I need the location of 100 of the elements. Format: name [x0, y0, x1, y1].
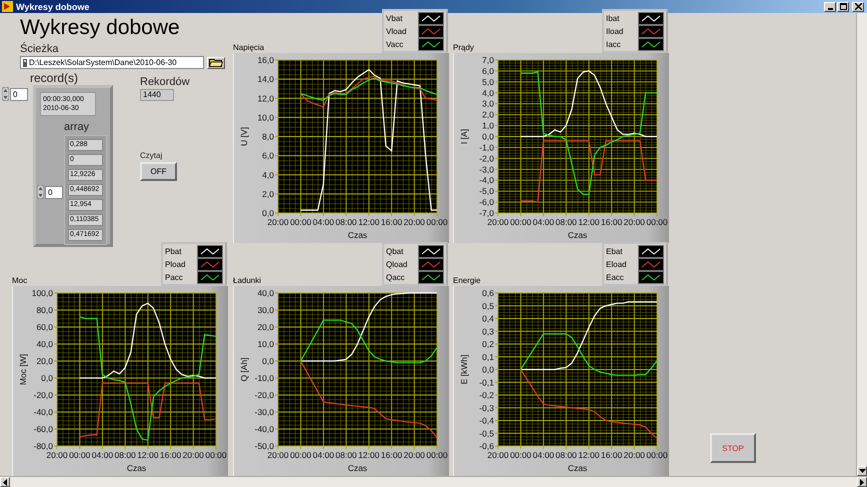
- app-icon: [2, 1, 13, 12]
- legend-swatch-icon[interactable]: [638, 38, 664, 51]
- read-button[interactable]: OFF: [140, 162, 177, 181]
- scroll-left-button[interactable]: [0, 477, 10, 487]
- legend-label: Ebat: [606, 247, 622, 256]
- legend-swatch-icon[interactable]: [197, 271, 223, 284]
- tick-label: 0,3: [482, 326, 494, 336]
- tick-label: 0,0: [262, 356, 274, 366]
- legend-swatch-icon[interactable]: [418, 245, 444, 258]
- legend-label: Vacc: [386, 40, 404, 49]
- tick-label: 4,0: [262, 170, 274, 180]
- tick-label: 16,0: [257, 55, 274, 65]
- tick-label: 08:00: [556, 217, 577, 227]
- legend-swatch-icon[interactable]: [418, 258, 444, 271]
- tick-label: 08:00: [336, 217, 357, 227]
- tick-label: 16:00: [380, 450, 402, 460]
- tick-label: -3,0: [479, 164, 494, 174]
- close-button[interactable]: [852, 2, 864, 12]
- legend-label: Iacc: [606, 40, 621, 49]
- axis-title: Czas: [568, 230, 588, 240]
- tick-label: 00:00: [646, 217, 668, 227]
- tick-label: -60,0: [34, 424, 53, 434]
- legend-swatch-icon[interactable]: [638, 25, 664, 38]
- browse-button[interactable]: [207, 56, 225, 68]
- legend-swatch-icon[interactable]: [638, 258, 664, 271]
- tick-label: -50,0: [254, 441, 274, 451]
- chart-title: Moc: [12, 276, 28, 285]
- tick-label: 40,0: [257, 288, 274, 298]
- tick-label: -80,0: [34, 441, 53, 451]
- tick-label: 20:00: [624, 217, 645, 227]
- legend-label: Qbat: [386, 247, 404, 256]
- tick-label: -0,6: [479, 441, 494, 451]
- spin-arrows-icon[interactable]: [37, 185, 44, 199]
- tick-label: 08:00: [114, 450, 136, 460]
- maximize-button[interactable]: [837, 2, 849, 12]
- tick-label: 10,0: [257, 112, 274, 122]
- scroll-right-button[interactable]: [857, 477, 867, 487]
- tick-label: 12:00: [578, 450, 600, 460]
- tick-label: 20:00: [267, 450, 289, 460]
- legend-label: Qacc: [386, 273, 405, 282]
- chart-title: Ładunki: [233, 276, 262, 285]
- legend-label: Vbat: [386, 14, 402, 23]
- window-title: Wykresy dobowe: [16, 2, 90, 12]
- tick-label: 2,0: [482, 110, 494, 120]
- axis-title: Moc [W]: [18, 354, 28, 386]
- legend-swatch-icon[interactable]: [638, 271, 664, 284]
- chart-title: Energie: [453, 276, 481, 285]
- tick-label: 0,6: [482, 288, 494, 298]
- scroll-down-button[interactable]: [857, 466, 867, 476]
- legend-swatch-icon[interactable]: [418, 12, 444, 25]
- tick-label: 20:00: [404, 450, 425, 460]
- legend-swatch-icon[interactable]: [418, 38, 444, 51]
- tick-label: 60,0: [36, 322, 53, 332]
- tick-label: 00:00: [510, 217, 532, 227]
- tick-label: 08:00: [336, 450, 357, 460]
- path-field[interactable]: D:\Leszek\SolarSystem\Dane\2010-06-30: [20, 56, 204, 69]
- tick-label: 0,2: [482, 339, 494, 349]
- tick-label: 20:00: [624, 450, 645, 460]
- tick-label: 20:00: [404, 217, 425, 227]
- tick-label: -40,0: [34, 407, 53, 417]
- path-label: Ścieżka: [20, 43, 60, 55]
- tick-label: -40,0: [254, 424, 274, 434]
- legend-swatch-icon[interactable]: [418, 25, 444, 38]
- tick-label: 12:00: [578, 217, 600, 227]
- tick-label: 20,0: [36, 356, 53, 366]
- folder-icon: [209, 58, 223, 67]
- tick-label: 100,0: [32, 288, 53, 298]
- tick-label: 04:00: [532, 217, 554, 227]
- tick-label: 20:00: [267, 217, 289, 227]
- legend-swatch-icon[interactable]: [197, 245, 223, 258]
- legend-swatch-icon[interactable]: [638, 12, 664, 25]
- tick-label: -20,0: [34, 390, 53, 400]
- axis-title: E [kWh]: [459, 354, 469, 384]
- left-arrow-icon: [3, 478, 7, 486]
- index-field[interactable]: 0: [10, 88, 28, 100]
- legend-swatch-icon[interactable]: [418, 271, 444, 284]
- tick-label: -30,0: [254, 407, 274, 417]
- tick-label: -5,0: [479, 186, 494, 196]
- vertical-scrollbar[interactable]: [856, 13, 867, 476]
- legend-swatch-icon[interactable]: [638, 245, 664, 258]
- horizontal-scrollbar[interactable]: [0, 476, 867, 487]
- tick-label: 20,0: [257, 322, 274, 332]
- legend-swatch-icon[interactable]: [197, 258, 223, 271]
- count-label: Rekordów: [140, 76, 190, 88]
- tick-label: 2,0: [262, 188, 274, 199]
- tick-label: 04:00: [532, 450, 554, 460]
- tick-label: 0,0: [482, 364, 494, 374]
- index-field[interactable]: 0: [45, 186, 63, 198]
- tick-label: 20:00: [487, 450, 509, 460]
- minimize-button[interactable]: [824, 2, 836, 12]
- maximize-icon: [840, 3, 846, 10]
- tick-label: 0,5: [482, 300, 494, 311]
- tick-label: -2,0: [479, 153, 494, 164]
- tick-label: 08:00: [556, 450, 577, 460]
- tick-label: 04:00: [312, 450, 334, 460]
- tick-label: 7,0: [482, 55, 494, 65]
- right-arrow-icon: [860, 478, 864, 486]
- legend-label: Vload: [386, 27, 406, 36]
- spin-arrows-icon[interactable]: [2, 87, 9, 101]
- tick-label: -0,4: [479, 416, 494, 426]
